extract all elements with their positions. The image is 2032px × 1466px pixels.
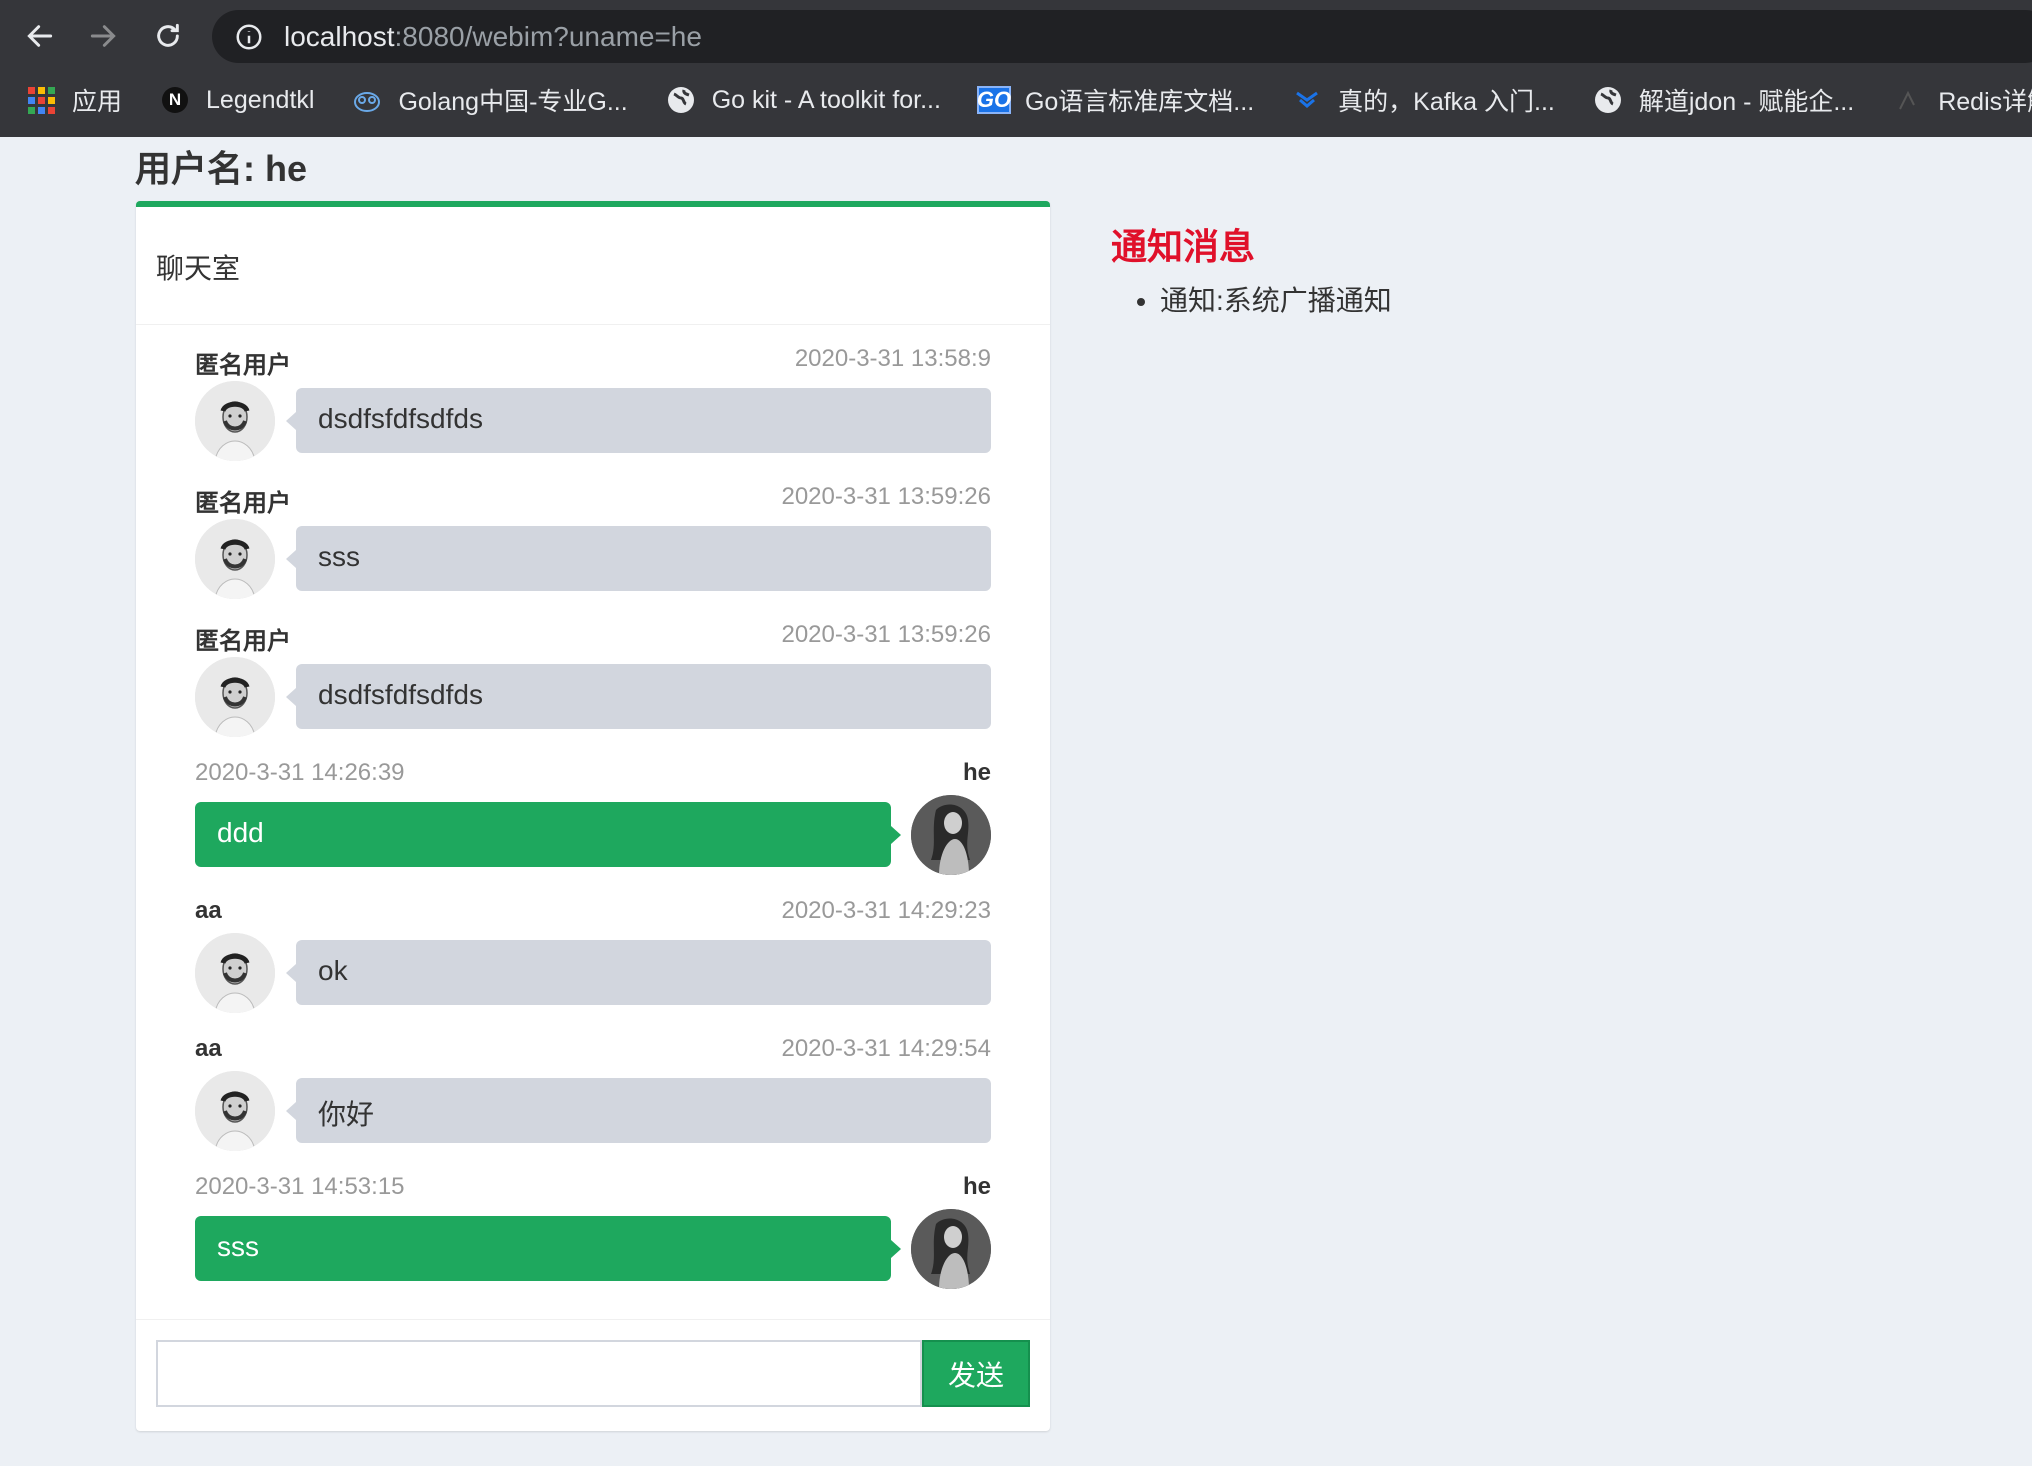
avatar xyxy=(195,657,275,737)
bookmark-label: 真的，Kafka 入门... xyxy=(1338,88,1555,116)
chat-footer: 发送 xyxy=(136,1319,1050,1431)
bookmark-go-std-docs[interactable]: GO Go语言标准库文档... xyxy=(976,82,1255,118)
arrow-right-icon xyxy=(90,25,116,47)
message-time: 2020-3-31 14:26:39 xyxy=(195,759,405,786)
bookmark-jdon[interactable]: 解道jdon - 赋能企... xyxy=(1593,82,1854,118)
browser-chrome: localhost:8080/webim?uname=he 应用 N Legen… xyxy=(0,0,2032,137)
forward-button[interactable] xyxy=(75,12,131,60)
bookmark-label: 解道jdon - 赋能企... xyxy=(1638,88,1855,116)
sender-name: 匿名用户 xyxy=(195,352,291,379)
message-bubble: 你好 xyxy=(286,1078,991,1143)
message-time: 2020-3-31 13:58:9 xyxy=(794,345,991,372)
arrow-left-icon xyxy=(27,25,53,47)
message-bubble: sss xyxy=(286,526,991,591)
message-time: 2020-3-31 13:59:26 xyxy=(781,621,991,648)
chat-message: aa 2020-3-31 14:29:54 你好 xyxy=(195,1035,991,1165)
chat-message: he 2020-3-31 14:53:15 sss xyxy=(195,1173,991,1303)
sender-name: 匿名用户 xyxy=(195,628,291,655)
message-bubble: ok xyxy=(286,940,991,1005)
message-time: 2020-3-31 14:29:23 xyxy=(781,897,991,924)
bookmark-label: Go语言标准库文档... xyxy=(1024,88,1255,116)
username-title: 用户名: he xyxy=(135,148,308,189)
redis-icon xyxy=(1892,85,1922,115)
gopher-icon xyxy=(352,85,382,115)
chat-header: 聊天室 xyxy=(136,207,1050,325)
message-time: 2020-3-31 14:53:15 xyxy=(195,1173,405,1200)
globe-icon xyxy=(1593,85,1623,115)
info-icon xyxy=(236,24,262,49)
chat-message: he 2020-3-31 14:26:39 ddd xyxy=(195,759,991,889)
reload-button[interactable] xyxy=(140,12,196,60)
chat-title: 聊天室 xyxy=(156,253,241,284)
chevrons-icon xyxy=(1292,85,1322,115)
bookmarks-bar: 应用 N Legendtkl Golang中国-专业G... Go kit - … xyxy=(0,76,2032,124)
avatar xyxy=(195,381,275,461)
notice-list: 通知:系统广播通知 xyxy=(1160,283,1392,319)
sender-name: he xyxy=(962,1173,991,1200)
message-time: 2020-3-31 13:59:26 xyxy=(781,483,991,510)
avatar xyxy=(195,1071,275,1151)
bookmark-redis[interactable]: Redis详解 xyxy=(1892,82,2032,118)
chat-message: aa 2020-3-31 14:29:23 ok xyxy=(195,897,991,1027)
bookmark-kafka[interactable]: 真的，Kafka 入门... xyxy=(1292,82,1555,118)
url-text: localhost:8080/webim?uname=he xyxy=(284,20,702,52)
message-input[interactable] xyxy=(156,1340,922,1407)
notice-title: 通知消息 xyxy=(1111,226,1256,267)
reload-icon xyxy=(157,23,179,47)
n-logo-icon: N xyxy=(160,85,190,115)
avatar xyxy=(911,795,991,875)
send-button[interactable]: 发送 xyxy=(922,1340,1030,1407)
message-time: 2020-3-31 14:29:54 xyxy=(781,1035,991,1062)
apps-grid-icon xyxy=(26,85,56,115)
bookmark-label: Legendtkl xyxy=(206,85,315,114)
bookmark-label: Redis详解 xyxy=(1938,88,2032,116)
back-button[interactable] xyxy=(12,12,68,60)
message-bubble: ddd xyxy=(195,802,901,867)
go-logo-icon: GO xyxy=(976,86,1012,114)
sender-name: he xyxy=(962,759,991,786)
bookmark-apps[interactable]: 应用 xyxy=(26,82,122,118)
bookmark-label: 应用 xyxy=(72,88,123,116)
sender-name: aa xyxy=(195,897,222,924)
message-bubble: dsdfsfdfsdfds xyxy=(286,664,991,729)
address-bar[interactable]: localhost:8080/webim?uname=he xyxy=(212,10,2032,63)
chat-message: 匿名用户 2020-3-31 13:58:9 dsdfsfdfsdfds xyxy=(195,345,991,475)
message-bubble: sss xyxy=(195,1216,901,1281)
chat-message: 匿名用户 2020-3-31 13:59:26 dsdfsfdfsdfds xyxy=(195,621,991,751)
globe-icon xyxy=(666,85,696,115)
chat-room-panel: 聊天室 匿名用户 2020-3-31 13:58:9 dsdfsfdfsdfds 匿名… xyxy=(136,201,1050,1431)
bookmark-label: Golang中国-专业G... xyxy=(398,88,628,116)
bookmark-label: Go kit - A toolkit for... xyxy=(711,85,941,114)
notice-item: 通知:系统广播通知 xyxy=(1160,283,1392,319)
bookmark-legendtkl[interactable]: N Legendtkl xyxy=(160,85,314,115)
avatar xyxy=(911,1209,991,1289)
sender-name: 匿名用户 xyxy=(195,490,291,517)
bookmark-go-kit[interactable]: Go kit - A toolkit for... xyxy=(666,85,941,115)
bookmark-golang-china[interactable]: Golang中国-专业G... xyxy=(352,82,628,118)
avatar xyxy=(195,933,275,1013)
avatar xyxy=(195,519,275,599)
sender-name: aa xyxy=(195,1035,222,1062)
chat-message: 匿名用户 2020-3-31 13:59:26 sss xyxy=(195,483,991,613)
message-bubble: dsdfsfdfsdfds xyxy=(286,388,991,453)
